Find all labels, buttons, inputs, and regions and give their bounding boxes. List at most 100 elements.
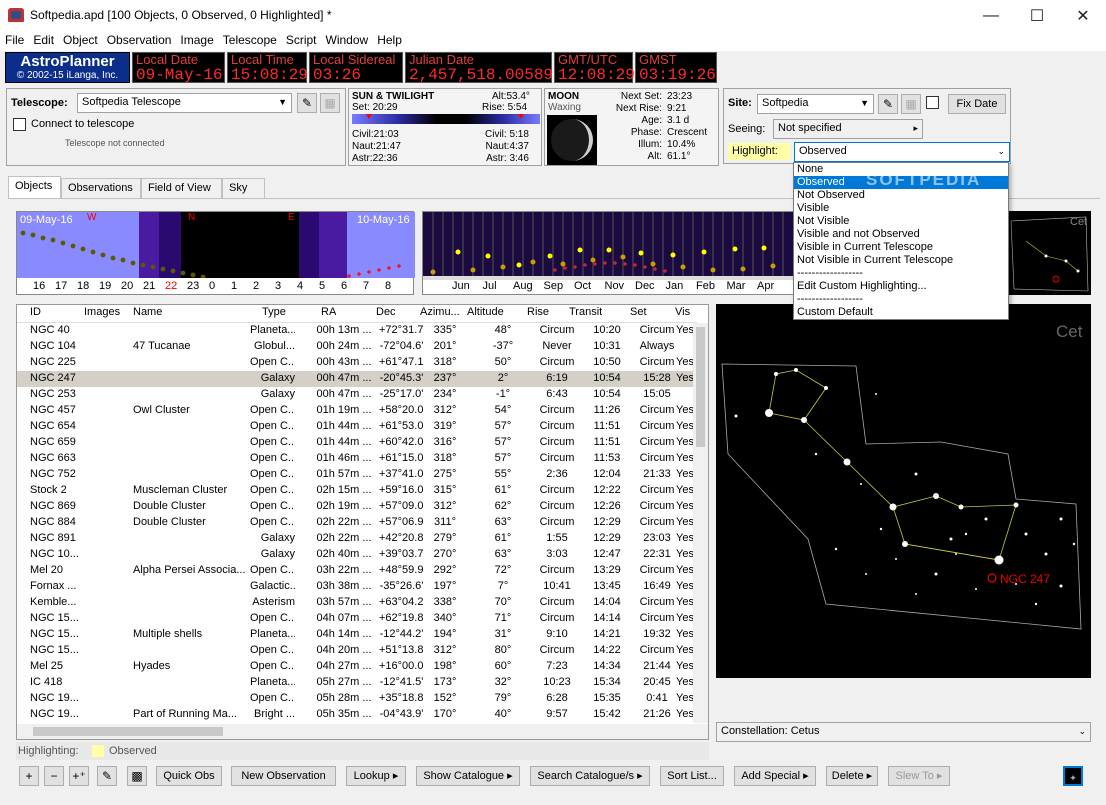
minimize-button[interactable]: — xyxy=(968,0,1014,31)
edit-site-button[interactable]: ✎ xyxy=(878,94,898,114)
highlight-option-visible-current-telescope[interactable]: Visible in Current Telescope xyxy=(794,241,1008,254)
add-object-button[interactable]: + xyxy=(19,766,39,786)
table-row[interactable]: NGC 19... Part of Running Ma... Bright ...… xyxy=(17,707,697,723)
fix-date-button[interactable]: Fix Date xyxy=(948,94,1006,114)
sun-rise-value: 5:54 xyxy=(507,102,528,113)
table-row[interactable]: NGC 15... Open C... 04h 07m ... +62°19.8' 34… xyxy=(17,611,697,627)
col-name[interactable]: Name xyxy=(133,306,162,318)
horizontal-scrollbar[interactable] xyxy=(17,724,708,739)
menu-script[interactable]: Script xyxy=(281,31,321,47)
table-row[interactable]: Fornax ... Galactic... 03h 38m ... -35°26.6… xyxy=(17,579,697,595)
highlight-dropdown-list[interactable]: None Observed Not Observed Visible Not V… xyxy=(793,162,1009,320)
site-settings-button[interactable]: ▦ xyxy=(901,94,921,114)
objects-table[interactable]: ID Images Name Type RA Dec Azimu... Alti… xyxy=(16,304,709,740)
local-sidereal-clock: Local Sidereal 03:26 xyxy=(309,52,403,84)
sky-map[interactable]: Cet NGC 247 xyxy=(716,304,1091,678)
menu-help[interactable]: Help xyxy=(372,31,406,47)
menu-window[interactable]: Window xyxy=(321,31,373,47)
table-row[interactable]: NGC 19... Open C... 05h 28m ... +35°18.8' 15… xyxy=(17,691,697,707)
constellation-select[interactable]: Constellation: Cetus ⌄ xyxy=(716,722,1091,742)
menu-edit[interactable]: Edit xyxy=(28,31,58,47)
remove-object-button[interactable]: − xyxy=(44,766,64,786)
col-type[interactable]: Type xyxy=(262,306,286,318)
fix-date-checkbox[interactable] xyxy=(926,96,939,109)
menu-file[interactable]: File xyxy=(0,31,28,47)
table-row[interactable]: NGC 654 Open C... 01h 44m ... +61°53.0' 319°… xyxy=(17,419,697,435)
table-row[interactable]: IC 418 Planeta... 05h 27m ... -12°41.5' 173°… xyxy=(17,675,697,691)
table-row[interactable]: NGC 884 Double Cluster Open C... 02h 22m ..… xyxy=(17,515,697,531)
table-row[interactable]: NGC 457 Owl Cluster Open C... 01h 19m ... +5… xyxy=(17,403,697,419)
table-row[interactable]: NGC 659 Open C... 01h 44m ... +60°42.0' 316°… xyxy=(17,435,697,451)
highlight-option-custom-default[interactable]: Custom Default xyxy=(794,306,1008,319)
site-select[interactable]: Softpedia ▼ xyxy=(757,94,874,114)
table-row[interactable]: NGC 869 Double Cluster Open C... 02h 19m ..… xyxy=(17,499,697,515)
table-row[interactable]: Mel 25 Hyades Open C... 04h 27m ... +16°00.0… xyxy=(17,659,697,675)
table-row[interactable]: Stock 2 Muscleman Cluster Open C... 02h 15m… xyxy=(17,483,697,499)
table-row[interactable]: NGC 40 Planeta... 00h 13m ... +72°31.7' 335°… xyxy=(17,323,697,339)
maximize-button[interactable]: ☐ xyxy=(1014,0,1060,31)
quick-obs-button[interactable]: Quick Obs xyxy=(156,766,222,786)
highlight-select[interactable]: Observed ⌄ xyxy=(794,142,1010,162)
highlight-option-not-visible-current-telescope[interactable]: Not Visible in Current Telescope xyxy=(794,254,1008,267)
highlight-option-visible-not-observed[interactable]: Visible and not Observed xyxy=(794,228,1008,241)
menu-image[interactable]: Image xyxy=(175,31,217,47)
hscrollbar-thumb[interactable] xyxy=(33,727,223,736)
table-cell: Circum xyxy=(639,516,675,528)
show-catalogue-button[interactable]: Show Catalogue ▸ xyxy=(416,766,520,786)
table-row[interactable]: NGC 15... Open C... 04h 20m ... +51°13.8' 31… xyxy=(17,643,697,659)
menu-telescope[interactable]: Telescope xyxy=(218,31,281,47)
edit-object-button[interactable]: ✎ xyxy=(97,766,117,786)
slew-to-button[interactable]: Slew To ▸ xyxy=(888,766,950,786)
highlight-option-not-observed[interactable]: Not Observed xyxy=(794,189,1008,202)
table-cell: Yes xyxy=(676,692,694,704)
hour-tick-label: 21 xyxy=(143,280,156,292)
vertical-scrollbar[interactable] xyxy=(693,323,708,723)
close-button[interactable]: ✕ xyxy=(1060,0,1106,31)
col-vis[interactable]: Vis xyxy=(675,306,690,318)
menu-observation[interactable]: Observation xyxy=(102,31,176,47)
calculator-button[interactable]: ▩ xyxy=(127,766,147,786)
col-dec[interactable]: Dec xyxy=(376,306,396,318)
sort-list-button[interactable]: Sort List... xyxy=(660,766,724,786)
col-set[interactable]: Set xyxy=(630,306,647,318)
col-altitude[interactable]: Altitude xyxy=(467,306,504,318)
tab-observations[interactable]: Observations xyxy=(61,178,141,198)
scrollbar-thumb[interactable] xyxy=(696,327,705,447)
delete-button[interactable]: Delete ▸ xyxy=(826,766,878,786)
new-observation-button[interactable]: New Observation xyxy=(231,766,336,786)
highlight-option-edit-custom[interactable]: Edit Custom Highlighting... xyxy=(794,280,1008,293)
col-rise[interactable]: Rise xyxy=(527,306,549,318)
col-azimuth[interactable]: Azimu... xyxy=(420,306,460,318)
table-row[interactable]: Mel 20 Alpha Persei Associa... Open C... 03… xyxy=(17,563,697,579)
table-row[interactable]: Kemble... Asterism 03h 57m ... +63°04.2' 338… xyxy=(17,595,697,611)
table-row[interactable]: NGC 752 Open C... 01h 57m ... +37°41.0' 275°… xyxy=(17,467,697,483)
col-images[interactable]: Images xyxy=(84,306,120,318)
table-row[interactable]: NGC 15... Multiple shells Planeta... 04h 14… xyxy=(17,627,697,643)
highlight-option-visible[interactable]: Visible xyxy=(794,202,1008,215)
tab-sky[interactable]: Sky xyxy=(222,178,265,198)
table-row[interactable]: NGC 891 Galaxy 02h 22m ... +42°20.8' 279° 61°… xyxy=(17,531,697,547)
col-ra[interactable]: RA xyxy=(321,306,336,318)
lookup-button[interactable]: Lookup ▸ xyxy=(346,766,406,786)
table-row[interactable]: NGC 10... Galaxy 02h 40m ... +39°03.7' 270° 6… xyxy=(17,547,697,563)
col-transit[interactable]: Transit xyxy=(569,306,602,318)
telescope-settings-button[interactable]: ▦ xyxy=(320,93,340,113)
table-row[interactable]: NGC 663 Open C... 01h 46m ... +61°15.0' 318°… xyxy=(17,451,697,467)
table-row[interactable]: NGC 104 47 Tucanae Globul... 00h 24m ... -72… xyxy=(17,339,697,355)
search-catalogues-button[interactable]: Search Catalogue/s ▸ xyxy=(530,766,650,786)
table-row[interactable]: NGC 225 Open C... 00h 43m ... +61°47.1' 318°… xyxy=(17,355,697,371)
col-id[interactable]: ID xyxy=(30,306,41,318)
telescope-select[interactable]: Softpedia Telescope ▼ xyxy=(77,93,292,113)
sky-view-toggle[interactable]: ✦ xyxy=(1063,766,1083,786)
tab-objects[interactable]: Objects xyxy=(8,176,61,199)
tab-field-of-view[interactable]: Field of View xyxy=(141,178,222,198)
table-row[interactable]: NGC 247 Galaxy 00h 47m ... -20°45.3' 237° 2° 6… xyxy=(17,371,697,387)
highlight-option-not-visible[interactable]: Not Visible xyxy=(794,215,1008,228)
table-row[interactable]: NGC 253 Galaxy 00h 47m ... -25°17.0' 234° -1°… xyxy=(17,387,697,403)
add-multiple-button[interactable]: +⁺ xyxy=(69,766,89,786)
menu-object[interactable]: Object xyxy=(58,31,102,47)
connect-telescope-checkbox[interactable] xyxy=(13,118,26,131)
seeing-select[interactable]: Not specified ▸ xyxy=(773,119,923,139)
edit-telescope-button[interactable]: ✎ xyxy=(297,93,317,113)
add-special-button[interactable]: Add Special ▸ xyxy=(734,766,816,786)
